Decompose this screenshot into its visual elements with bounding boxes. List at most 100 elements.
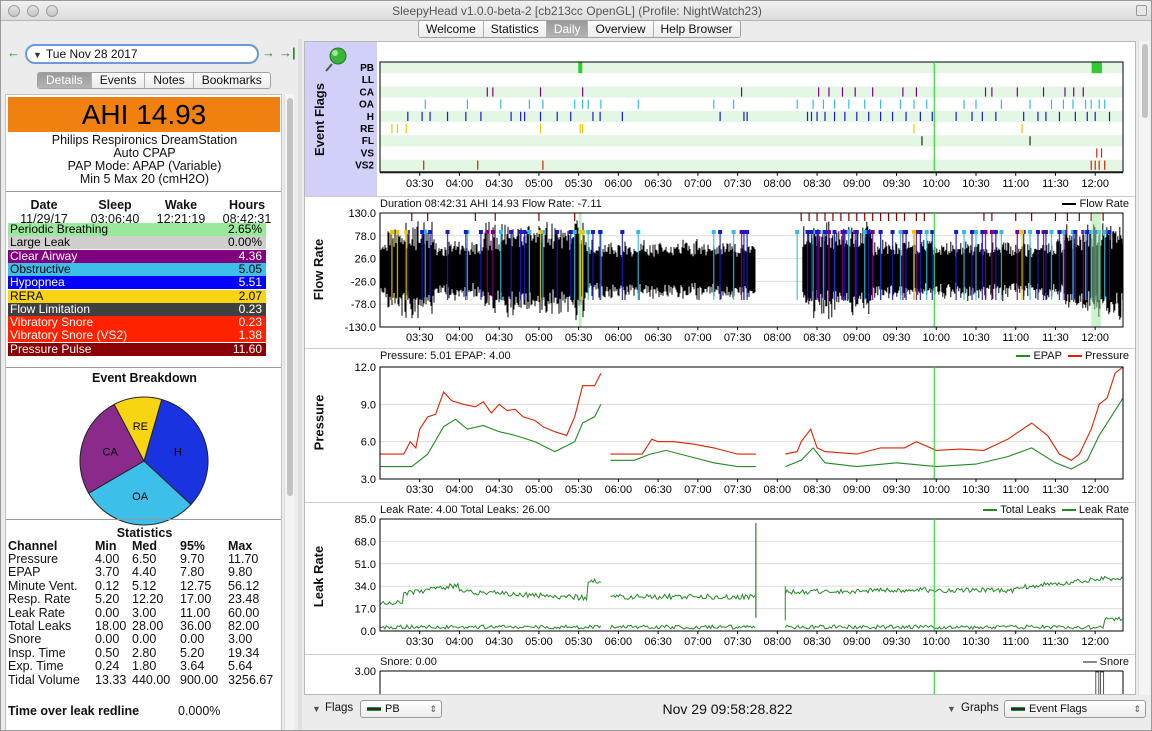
graphs-collapse-icon[interactable]: ▼ <box>947 704 956 714</box>
time-tick-label: 08:00 <box>764 332 792 344</box>
snore-graph[interactable]: Snore: 0.00 Snore 3.00 <box>305 654 1135 694</box>
scrollbar-thumb[interactable] <box>1142 44 1148 118</box>
toolbar-toggle-button[interactable] <box>1136 5 1147 16</box>
time-tick-label: 05:00 <box>525 484 553 496</box>
event-index-value: 1.38 <box>238 328 262 343</box>
statistics-cell: 0.24 <box>95 659 120 674</box>
y-tick-label: 0.0 <box>361 626 376 638</box>
time-tick-label: 09:00 <box>843 636 871 648</box>
statistics-cell: 3.70 <box>95 565 120 580</box>
event-index-row[interactable]: Large Leak 0.00% <box>8 236 266 250</box>
flow-event-marker <box>389 230 394 234</box>
time-tick-label: 05:00 <box>525 332 553 344</box>
time-tick-label: 12:00 <box>1081 332 1109 344</box>
statistics-cell: 6.50 <box>132 552 157 566</box>
pressure-plot: 12.0 9.0 6.0 3.0 03:30 04:00 04:30 05:00 05:30 06… <box>355 362 1124 496</box>
statistics-cell: 2.80 <box>132 645 157 660</box>
time-tick-label: 08:00 <box>764 484 792 496</box>
plot-frame <box>379 518 1124 632</box>
scrollbar-thumb[interactable] <box>287 98 293 496</box>
time-tick-label: 09:30 <box>883 636 911 648</box>
snore-bar <box>1100 671 1105 694</box>
leak-rate-graph[interactable]: Leak Rate Leak Rate: 4.00 Total Leaks: 2… <box>305 502 1135 654</box>
statistics-cell: 4.40 <box>132 565 157 580</box>
time-tick-label: 07:30 <box>724 484 752 496</box>
arrow-right-icon[interactable]: → <box>262 45 275 60</box>
flow-rate-graph[interactable]: Flow Rate Duration 08:42:31 AHI 14.93 Fl… <box>305 196 1135 348</box>
statistics-row: Insp. Time 0.50 2.80 5.20 19.34 <box>8 645 280 660</box>
statistics-row: Total Leaks 18.00 28.00 36.00 82.00 <box>8 620 280 633</box>
tab-daily[interactable]: Daily <box>546 21 589 37</box>
event-index-row[interactable]: RERA 2.07 <box>8 289 266 303</box>
left-panel: ← ▼ Tue Nov 28 2017 → →| Details Events N… <box>1 39 298 730</box>
event-index-row[interactable]: Clear Airway 4.36 <box>8 248 266 263</box>
epap-series <box>785 397 1124 470</box>
event-index-row[interactable]: Flow Limitation 0.23 <box>8 301 266 316</box>
tab-help-browser[interactable]: Help Browser <box>653 21 740 37</box>
total-leaks-series <box>784 575 1123 595</box>
date-picker[interactable]: ▼ Tue Nov 28 2017 <box>25 44 259 64</box>
flow-event-marker <box>918 230 923 234</box>
time-tick-label: 06:30 <box>644 332 672 344</box>
tab-welcome[interactable]: Welcome <box>419 21 484 37</box>
statistics-cell: 9.80 <box>228 565 253 580</box>
time-tick-label: 06:00 <box>605 178 633 190</box>
statistics-row: Resp. Rate 5.20 12.20 17.00 23.48 <box>8 593 280 606</box>
flow-event-marker <box>527 230 532 234</box>
time-tick-label: 03:30 <box>406 636 434 648</box>
event-index-row[interactable]: Hypopnea 5.51 <box>8 275 266 290</box>
y-tick-label: 12.0 <box>355 362 376 374</box>
time-tick-label: 06:30 <box>644 636 672 648</box>
event-index-row[interactable]: Vibratory Snore (VS2) 1.38 <box>8 328 266 343</box>
statistics-cell: 7.80 <box>180 565 205 580</box>
event-index-value: 5.51 <box>238 275 262 290</box>
statistics-row: Snore 0.00 0.00 0.00 3.00 <box>8 633 280 646</box>
arrow-left-icon[interactable]: ← <box>7 45 20 60</box>
time-tick-label: 08:30 <box>803 178 831 190</box>
plot-frame <box>379 366 1124 480</box>
tab-bookmarks[interactable]: Bookmarks <box>193 73 270 88</box>
statistics-cell: 12.20 <box>132 592 164 607</box>
statistics-cell: 4.00 <box>95 552 120 566</box>
time-tick-label: 04:00 <box>446 178 474 190</box>
pressure-graph[interactable]: Pressure Pressure: 5.01 EPAP: 4.00 EPAP P… <box>305 348 1135 502</box>
flag-row-band <box>380 110 1123 122</box>
time-tick-label: 03:30 <box>406 332 434 344</box>
graph-scrollbar[interactable] <box>1138 41 1150 695</box>
event-index-value: 0.23 <box>238 301 262 316</box>
event-index-label: Vibratory Snore (VS2) <box>10 328 128 343</box>
event-flags-graph[interactable]: Event Flags PB LL CA OA H RE FL VS VS2 03:30 04:00… <box>305 42 1135 196</box>
session-header-sleep: Sleep <box>98 198 132 212</box>
flow-event-marker <box>973 230 978 234</box>
tab-events[interactable]: Events <box>91 73 146 88</box>
graph-area: Event Flags PB LL CA OA H RE FL VS VS2 03:30 04:00… <box>304 41 1136 695</box>
event-index-row[interactable]: Obstructive 5.05 <box>8 262 266 276</box>
statistics-cell: Snore <box>8 632 42 647</box>
pie-slice-label: H <box>174 447 182 459</box>
time-tick-label: 12:00 <box>1081 484 1109 496</box>
time-tick-label: 07:00 <box>684 636 712 648</box>
flag-row-label: PB <box>360 63 374 74</box>
statistics-cell: 5.12 <box>132 578 157 593</box>
event-index-row[interactable]: Vibratory Snore 0.23 <box>8 316 266 330</box>
left-scrollbar[interactable] <box>284 94 294 730</box>
tab-overview[interactable]: Overview <box>588 21 654 37</box>
statistics-cell: 11.00 <box>180 605 211 620</box>
statistics-cell: 23.48 <box>228 592 260 607</box>
flow-event-marker <box>1028 230 1033 234</box>
arrow-to-end-icon[interactable]: →| <box>279 45 296 60</box>
event-index-label: Clear Airway <box>10 248 78 263</box>
statistics-title: Statistics <box>116 526 173 540</box>
event-index-row[interactable]: Pressure Pulse 11.60 <box>8 342 266 356</box>
pie-slice-label: OA <box>132 491 149 503</box>
tab-notes[interactable]: Notes <box>145 73 194 88</box>
event-index-row[interactable]: Periodic Breathing 2.65% <box>8 223 266 236</box>
graphs-select[interactable]: Event Flags ⇕ <box>1004 700 1146 718</box>
tab-details[interactable]: Details <box>38 73 92 88</box>
flow-event-marker <box>846 230 851 234</box>
flow-event-marker <box>1107 230 1112 234</box>
dropdown-triangle-icon: ▼ <box>33 50 42 60</box>
statistics-cell: 9.70 <box>180 552 205 566</box>
tab-statistics[interactable]: Statistics <box>483 21 547 37</box>
time-tick-label: 10:00 <box>922 332 950 344</box>
